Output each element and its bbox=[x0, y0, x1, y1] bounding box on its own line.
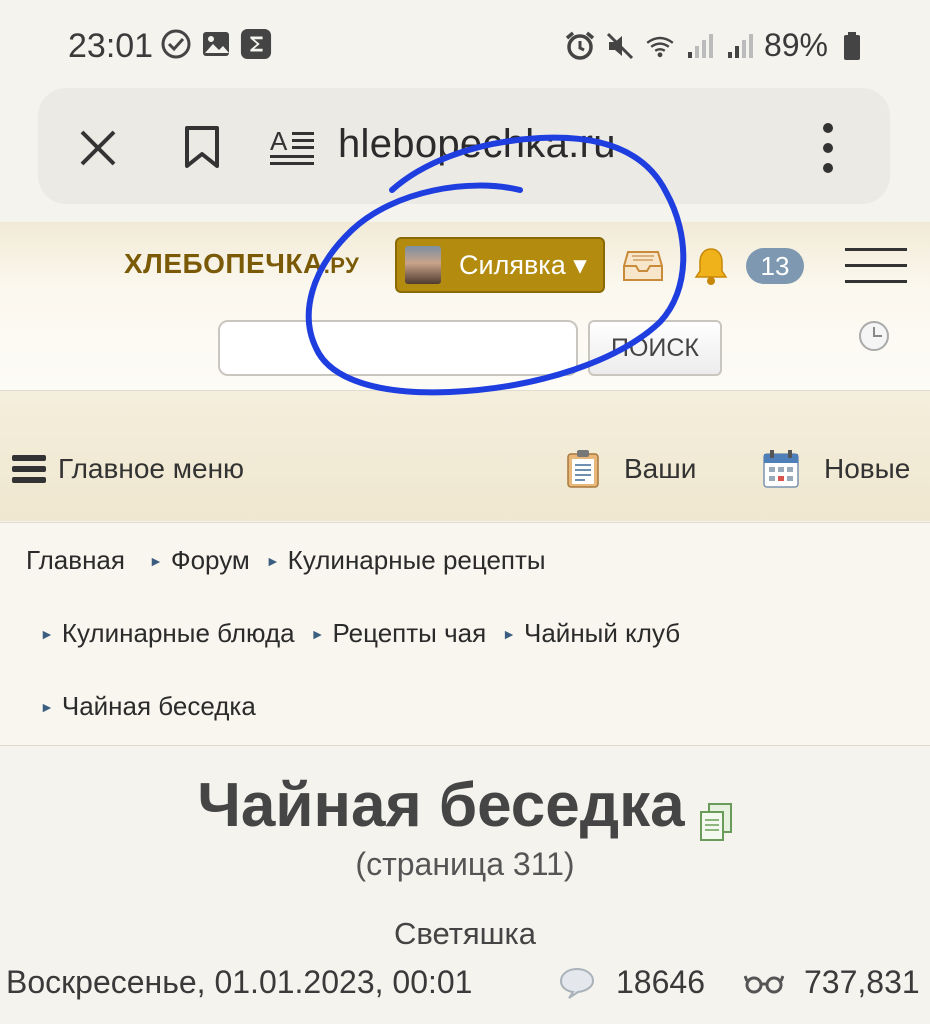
hamburger-menu-icon[interactable] bbox=[845, 246, 907, 286]
user-menu-button[interactable]: Силявка ▾ bbox=[395, 237, 605, 293]
replies-value: 18646 bbox=[616, 964, 705, 1000]
more-options-icon[interactable] bbox=[818, 120, 838, 176]
check-circle-icon bbox=[160, 28, 192, 60]
calendar-icon bbox=[763, 450, 799, 488]
breadcrumb-item[interactable]: Форум bbox=[171, 545, 250, 576]
status-left-icons bbox=[160, 28, 272, 60]
breadcrumb-arrow-icon: ► bbox=[310, 625, 325, 642]
alarm-icon bbox=[564, 30, 596, 62]
breadcrumb-row-3: ► Чайная беседка bbox=[40, 691, 256, 722]
breadcrumb-item[interactable]: Чайная беседка bbox=[62, 691, 256, 722]
gallery-icon bbox=[200, 28, 232, 60]
status-time: 23:01 bbox=[68, 27, 154, 65]
yours-link[interactable]: Ваши bbox=[566, 449, 696, 489]
views-value: 737,831 bbox=[804, 964, 920, 1000]
breadcrumb-item[interactable]: Рецепты чая bbox=[332, 618, 486, 649]
copy-icon[interactable] bbox=[699, 802, 733, 842]
signal-icon-1 bbox=[684, 30, 716, 62]
site-logo[interactable]: ХЛЕБОПЕЧКА.РУ bbox=[124, 248, 359, 280]
breadcrumb: Главная ► Форум ► Кулинарные рецепты ► К… bbox=[0, 522, 930, 746]
breadcrumb-item[interactable]: Кулинарные блюда bbox=[62, 618, 295, 649]
bookmark-icon[interactable] bbox=[182, 124, 222, 170]
clock-icon[interactable] bbox=[858, 320, 890, 352]
battery-percent: 89% bbox=[763, 27, 828, 63]
signal-icon-2 bbox=[724, 30, 756, 62]
breadcrumb-arrow-icon: ► bbox=[148, 552, 163, 569]
breadcrumb-arrow-icon: ► bbox=[502, 625, 517, 642]
replies-count: 18646 bbox=[558, 964, 705, 1001]
breadcrumb-item[interactable]: Кулинарные рецепты bbox=[288, 545, 546, 576]
breadcrumb-arrow-icon: ► bbox=[40, 698, 54, 715]
sigma-app-icon bbox=[240, 28, 272, 60]
breadcrumb-row-1: Главная ► Форум ► Кулинарные рецепты bbox=[26, 545, 546, 576]
site-header: ХЛЕБОПЕЧКА.РУ Силявка ▾ 13 ПОИСК bbox=[0, 222, 930, 391]
topic-title: Чайная беседка bbox=[197, 771, 685, 840]
views-count: 737,831 bbox=[744, 964, 920, 1001]
close-icon[interactable] bbox=[76, 126, 120, 170]
glasses-icon bbox=[744, 974, 784, 993]
breadcrumb-row-2: ► Кулинарные блюда ► Рецепты чая ► Чайны… bbox=[40, 618, 680, 649]
battery-icon bbox=[836, 30, 868, 62]
breadcrumb-arrow-icon: ► bbox=[265, 552, 280, 569]
topic-date: Воскресенье, 01.01.2023, 00:01 bbox=[6, 964, 473, 1000]
address-bar-url[interactable]: hlebopechka.ru bbox=[338, 122, 616, 167]
page-number: (страница 311) bbox=[355, 846, 575, 882]
menu-list-icon bbox=[12, 455, 46, 483]
logo-suffix: .РУ bbox=[323, 253, 360, 278]
page-title: Чайная беседка bbox=[0, 770, 930, 842]
reader-mode-icon[interactable]: A bbox=[270, 126, 316, 170]
main-menu-button[interactable]: Главное меню bbox=[12, 453, 244, 485]
clipboard-icon bbox=[567, 450, 599, 488]
speech-bubble-icon bbox=[559, 967, 595, 999]
avatar bbox=[405, 246, 441, 284]
mute-icon bbox=[604, 30, 636, 62]
breadcrumb-arrow-icon: ► bbox=[40, 625, 54, 642]
new-label: Новые bbox=[824, 453, 911, 484]
logo-text: ХЛЕБОПЕЧКА bbox=[124, 248, 324, 279]
search-input[interactable] bbox=[218, 320, 578, 376]
bell-icon[interactable] bbox=[694, 246, 728, 286]
topic-author[interactable]: Светяшка bbox=[0, 916, 930, 952]
status-right-icons: 89% bbox=[564, 27, 868, 64]
browser-toolbar: A hlebopechka.ru bbox=[38, 88, 890, 204]
topic-meta: Воскресенье, 01.01.2023, 00:01 18646 737… bbox=[6, 964, 926, 1008]
main-menu-label: Главное меню bbox=[58, 453, 245, 484]
inbox-tray-icon[interactable] bbox=[622, 246, 664, 284]
svg-text:A: A bbox=[270, 126, 288, 156]
menu-band: Главное меню Ваши Новые bbox=[0, 391, 930, 521]
breadcrumb-item[interactable]: Чайный клуб bbox=[524, 618, 680, 649]
username-label: Силявка ▾ bbox=[459, 249, 587, 280]
search-button[interactable]: ПОИСК bbox=[588, 320, 722, 376]
notifications-badge[interactable]: 13 bbox=[746, 248, 804, 284]
wifi-icon bbox=[644, 30, 676, 62]
yours-label: Ваши bbox=[624, 453, 697, 484]
new-link[interactable]: Новые bbox=[762, 449, 910, 489]
status-bar: 23:01 89% bbox=[0, 0, 930, 90]
breadcrumb-item[interactable]: Главная bbox=[26, 545, 125, 576]
